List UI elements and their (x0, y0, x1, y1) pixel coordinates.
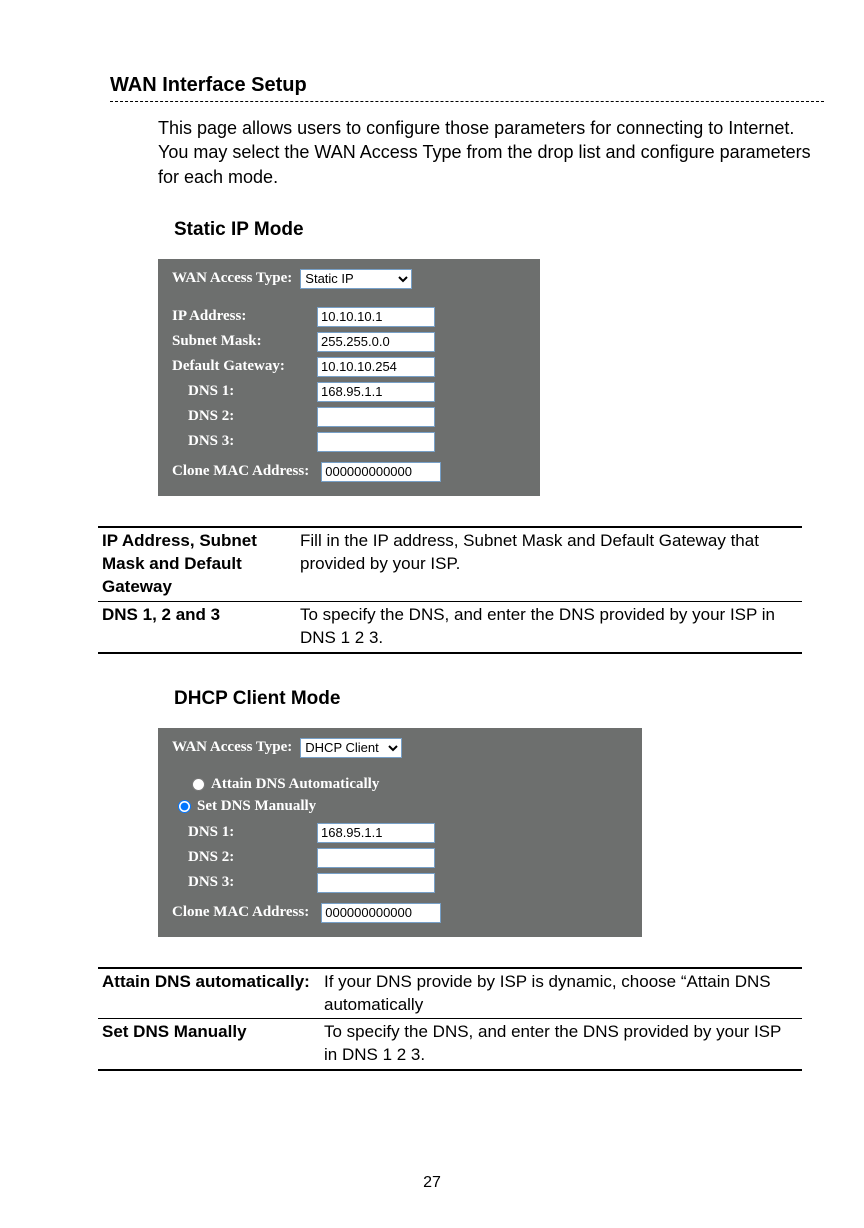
dns1-label: DNS 1: (172, 383, 317, 400)
ip-address-label: IP Address: (172, 308, 317, 325)
dhcp-mode-panel: WAN Access Type: DHCP Client Attain DNS … (158, 728, 642, 937)
table-cell: DNS 1, 2 and 3 (98, 601, 296, 652)
dns3-label: DNS 3: (172, 874, 317, 891)
dns2-label: DNS 2: (172, 849, 317, 866)
wan-access-type-select[interactable]: DHCP Client (300, 738, 402, 758)
dns3-input[interactable] (317, 432, 435, 452)
attain-dns-radio[interactable] (192, 778, 205, 791)
static-desc-table: IP Address, Subnet Mask and Default Gate… (98, 526, 802, 654)
default-gateway-input[interactable] (317, 357, 435, 377)
wan-access-type-label: WAN Access Type: (172, 270, 292, 287)
subnet-mask-label: Subnet Mask: (172, 333, 317, 350)
subnet-mask-input[interactable] (317, 332, 435, 352)
table-cell: To specify the DNS, and enter the DNS pr… (320, 1019, 802, 1070)
dns1-label: DNS 1: (172, 824, 317, 841)
dhcp-desc-table: Attain DNS automatically: If your DNS pr… (98, 967, 802, 1072)
dns2-input[interactable] (317, 407, 435, 427)
static-mode-heading: Static IP Mode (174, 219, 824, 241)
intro-text: This page allows users to configure thos… (158, 116, 814, 189)
dns1-input[interactable] (317, 382, 435, 402)
static-mode-panel: WAN Access Type: Static IP IP Address: S… (158, 259, 540, 496)
attain-dns-label: Attain DNS Automatically (211, 776, 379, 793)
table-cell: IP Address, Subnet Mask and Default Gate… (98, 527, 296, 601)
dns3-input[interactable] (317, 873, 435, 893)
set-dns-manual-radio[interactable] (178, 800, 191, 813)
wan-access-type-select[interactable]: Static IP (300, 269, 412, 289)
clone-mac-label: Clone MAC Address: (172, 463, 309, 480)
table-cell: If your DNS provide by ISP is dynamic, c… (320, 968, 802, 1019)
ip-address-input[interactable] (317, 307, 435, 327)
clone-mac-label: Clone MAC Address: (172, 904, 309, 921)
page-number: 27 (0, 1174, 864, 1192)
dns2-label: DNS 2: (172, 408, 317, 425)
page-title: WAN Interface Setup (110, 74, 824, 102)
table-cell: Set DNS Manually (98, 1019, 320, 1070)
table-cell: Attain DNS automatically: (98, 968, 320, 1019)
dns1-input[interactable] (317, 823, 435, 843)
wan-access-type-label: WAN Access Type: (172, 739, 292, 756)
table-cell: Fill in the IP address, Subnet Mask and … (296, 527, 802, 601)
clone-mac-input[interactable] (321, 903, 441, 923)
table-cell: To specify the DNS, and enter the DNS pr… (296, 601, 802, 652)
default-gateway-label: Default Gateway: (172, 358, 317, 375)
dhcp-mode-heading: DHCP Client Mode (174, 688, 824, 710)
dns3-label: DNS 3: (172, 433, 317, 450)
dns2-input[interactable] (317, 848, 435, 868)
clone-mac-input[interactable] (321, 462, 441, 482)
set-dns-manual-label: Set DNS Manually (197, 798, 316, 815)
